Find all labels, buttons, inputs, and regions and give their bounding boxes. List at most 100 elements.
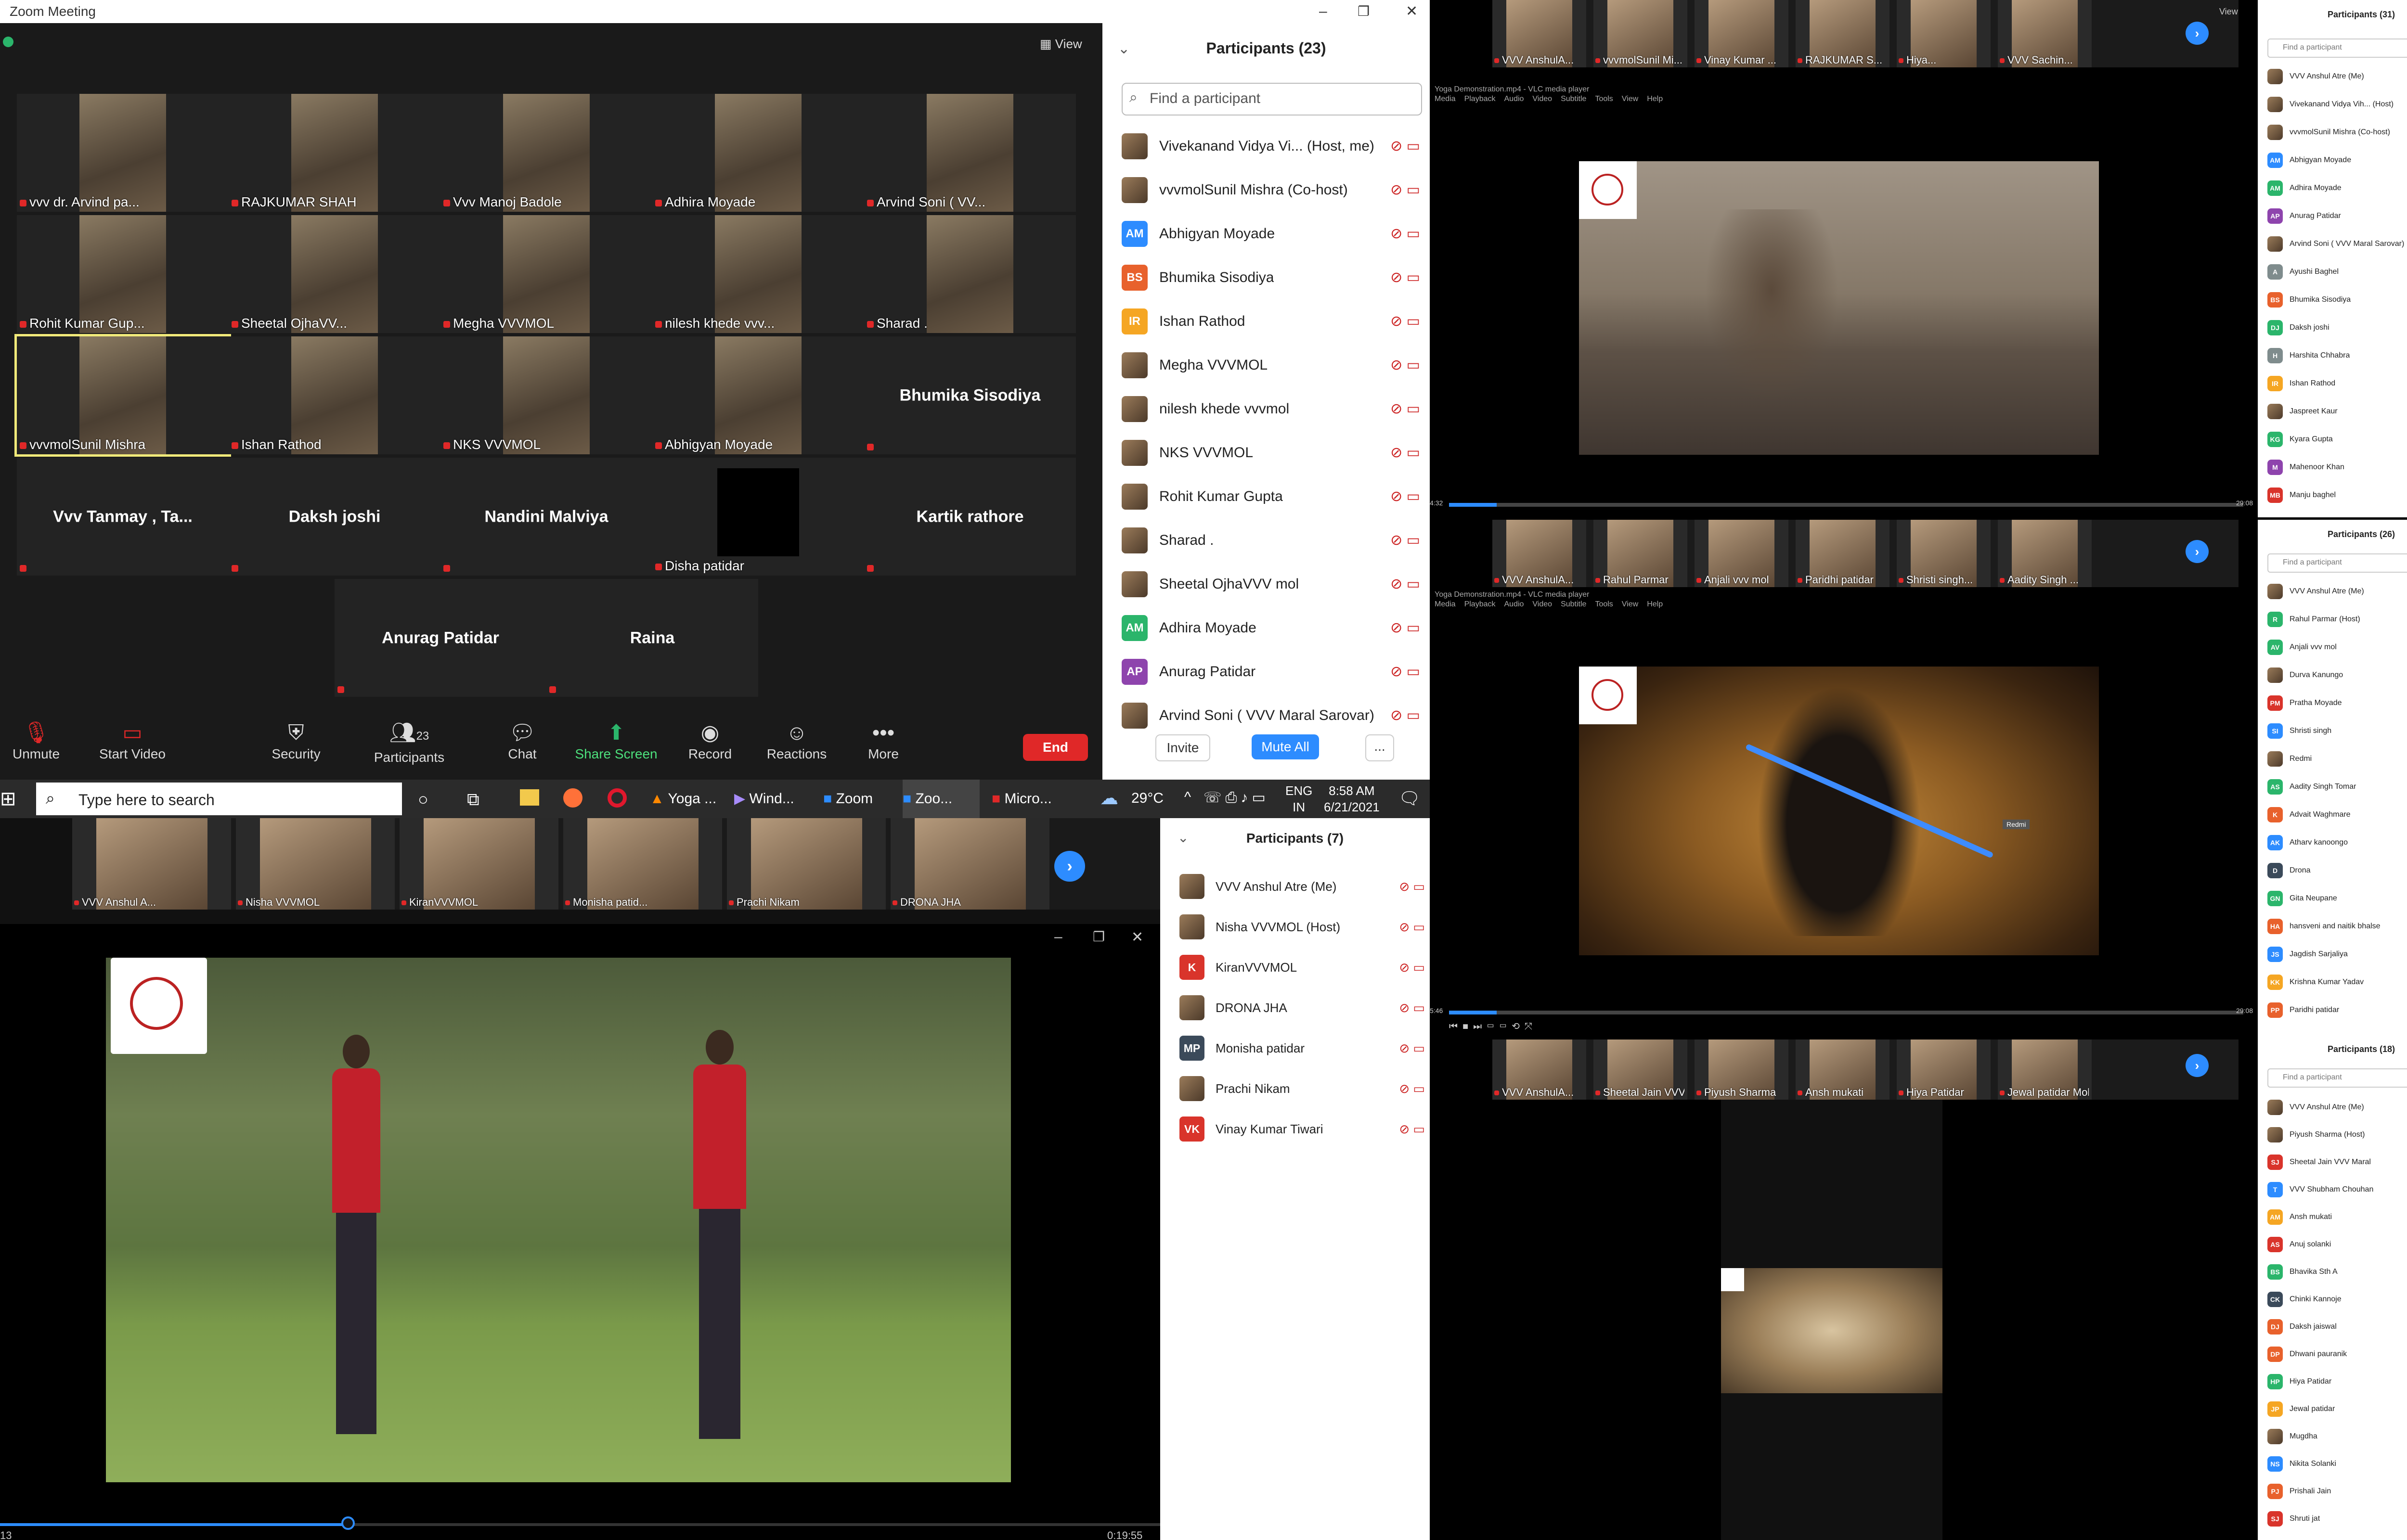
vlc-menu-item[interactable]: Media <box>1435 95 1456 103</box>
vlc-menu-item[interactable]: Subtitle <box>1561 95 1586 103</box>
participant-row[interactable]: K KiranVVVMOL ⊘ ▭ <box>1179 947 1425 988</box>
vlc-menu-item[interactable]: Tools <box>1595 600 1613 608</box>
participant-tile[interactable]: Adhira Moyade <box>652 94 864 212</box>
invite-button[interactable]: Invite <box>1155 734 1210 761</box>
vlc-menu-item[interactable]: Playback <box>1464 600 1496 608</box>
participant-tile[interactable]: RAJKUMAR SHAH <box>229 94 440 212</box>
video-thumbnail[interactable]: Vinay Kumar ... <box>1695 0 1788 67</box>
mic-video-muted-icon[interactable]: ⊘ ▭ <box>1390 488 1420 505</box>
participant-row[interactable]: Prachi Nikam ⊘ ▭ <box>1179 1068 1425 1109</box>
participant-row[interactable]: Sheetal OjhaVVV mol ⊘ ▭ <box>1122 562 1420 606</box>
participant-row[interactable]: PJPrishali Jain⊘ ▭ <box>2267 1477 2407 1505</box>
vlc-menu-item[interactable]: Audio <box>1504 600 1524 608</box>
opera-icon[interactable] <box>608 788 627 808</box>
more-button[interactable]: ••• More <box>857 719 910 762</box>
vlc-seek-bar[interactable] <box>1449 503 2243 507</box>
next-page-button[interactable]: › <box>1054 851 1085 882</box>
participant-row[interactable]: ASAadity Singh Tomar⊘ ▭ <box>2267 773 2407 801</box>
task-view-icon[interactable]: ⧉ <box>467 789 479 810</box>
input-language[interactable]: ENG IN <box>1285 783 1312 815</box>
participant-row[interactable]: Piyush Sharma (Host)⊘ ▭ <box>2267 1121 2407 1148</box>
video-thumbnail[interactable]: Hiya... <box>1897 0 1991 67</box>
weather-temperature[interactable]: 29°C <box>1131 790 1164 807</box>
taskbar-search-input[interactable]: ⌕ Type here to search <box>36 783 402 815</box>
vlc-menu-item[interactable]: Help <box>1647 95 1663 103</box>
vlc-menu-item[interactable]: Video <box>1532 600 1552 608</box>
video-thumbnail[interactable]: Prachi Nikam <box>727 818 886 910</box>
participant-row[interactable]: DJDaksh joshi⊘ ▭ <box>2267 314 2407 342</box>
participant-row[interactable]: Durva Kanungo⊘ ▭ <box>2267 661 2407 689</box>
mic-video-muted-icon[interactable]: ⊘ ▭ <box>1390 138 1420 154</box>
panel-more-button[interactable]: ... <box>1365 734 1394 761</box>
participant-row[interactable]: AKAtharv kanoongo⊘ ▭ <box>2267 829 2407 857</box>
tray-chevron-icon[interactable]: ^ <box>1184 789 1191 806</box>
participant-row[interactable]: JPJewal patidar⊘ ▭ <box>2267 1395 2407 1423</box>
view-button[interactable]: View <box>2219 7 2238 17</box>
mic-video-muted-icon[interactable]: ⊘ ▭ <box>1399 920 1425 935</box>
participant-row[interactable]: NKS VVVMOL ⊘ ▭ <box>1122 431 1420 475</box>
participant-row[interactable]: MBManju baghel⊘ ▭ <box>2267 481 2407 509</box>
participant-tile[interactable]: Sheetal OjhaVV... <box>229 215 440 333</box>
participant-row[interactable]: PPParidhi patidar⊘ ▭ <box>2267 996 2407 1024</box>
mic-video-muted-icon[interactable]: ⊘ ▭ <box>1399 1001 1425 1015</box>
participant-search-input[interactable]: Find a participant <box>2267 553 2407 573</box>
participant-row[interactable]: KAdvait Waghmare⊘ ▭ <box>2267 801 2407 829</box>
participant-tile[interactable]: Disha patidar <box>652 458 864 576</box>
close-icon[interactable]: ✕ <box>1406 0 1418 23</box>
participant-row[interactable]: APAnurag Patidar⊘ ▭ <box>2267 202 2407 230</box>
video-thumbnail[interactable]: Aadity Singh ... <box>1998 520 2092 587</box>
mic-video-muted-icon[interactable]: ⊘ ▭ <box>1399 1122 1425 1137</box>
participant-tile[interactable]: Sharad . <box>864 215 1076 333</box>
taskbar-app-vlc[interactable]: ▲ Yoga ... <box>650 780 732 820</box>
mic-video-muted-icon[interactable]: ⊘ ▭ <box>1390 444 1420 461</box>
participant-row[interactable]: AMAdhira Moyade⊘ ▭ <box>2267 174 2407 202</box>
vlc-menu-item[interactable]: Help <box>1647 600 1663 608</box>
participant-row[interactable]: VK Vinay Kumar Tiwari ⊘ ▭ <box>1179 1109 1425 1149</box>
participant-row[interactable]: Sharad . ⊘ ▭ <box>1122 518 1420 562</box>
mic-video-muted-icon[interactable]: ⊘ ▭ <box>1390 357 1420 373</box>
participant-row[interactable]: Megha VVVMOL ⊘ ▭ <box>1122 343 1420 387</box>
participant-row[interactable]: KGKyara Gupta⊘ ▭ <box>2267 425 2407 453</box>
file-explorer-icon[interactable] <box>520 789 539 806</box>
video-thumbnail[interactable]: Ansh mukati <box>1796 1040 1889 1100</box>
video-seek-bar[interactable] <box>0 1516 1160 1530</box>
firefox-icon[interactable] <box>563 788 582 808</box>
mute-all-button[interactable]: Mute All <box>1252 734 1319 759</box>
taskbar-app-zoom-meeting[interactable]: ■ Zoo... <box>903 780 980 820</box>
participant-tile[interactable]: Megha VVVMOL <box>440 215 652 333</box>
participant-row[interactable]: Arvind Soni ( VVV Maral Sarovar) ⊘ ▭ <box>1122 693 1420 737</box>
share-screen-button[interactable]: ⬆ Share Screen <box>573 719 660 762</box>
mic-video-muted-icon[interactable]: ⊘ ▭ <box>1390 707 1420 724</box>
participant-row[interactable]: Redmi⊘ ▭ <box>2267 745 2407 773</box>
vlc-menu-item[interactable]: Tools <box>1595 95 1613 103</box>
participant-row[interactable]: NSNikita Solanki⊘ ▭ <box>2267 1450 2407 1477</box>
start-video-button[interactable]: ▭ Start Video <box>96 719 168 762</box>
windows-start-icon[interactable]: ⊞ <box>0 787 23 810</box>
participant-row[interactable]: VVV Anshul Atre (Me)⊘ ▭ <box>1179 866 1425 907</box>
mic-video-muted-icon[interactable]: ⊘ ▭ <box>1390 532 1420 549</box>
participant-tile[interactable]: Daksh joshi <box>229 458 440 576</box>
video-thumbnail[interactable]: Anjali vvv mol <box>1695 520 1788 587</box>
mic-video-muted-icon[interactable]: ⊘ ▭ <box>1399 879 1425 894</box>
participant-row[interactable]: Jaspreet Kaur⊘ ▭ <box>2267 398 2407 425</box>
participant-row[interactable]: VVV Anshul Atre (Me)⊘ ▭ <box>2267 1093 2407 1121</box>
mic-video-muted-icon[interactable]: ⊘ ▭ <box>1399 960 1425 975</box>
close-icon[interactable]: ✕ <box>1131 929 1143 946</box>
participant-row[interactable]: MP Monisha patidar ⊘ ▭ <box>1179 1028 1425 1068</box>
mic-video-muted-icon[interactable]: ⊘ ▭ <box>1399 1041 1425 1056</box>
vlc-seek-bar[interactable] <box>1449 1011 2243 1014</box>
participant-row[interactable]: AAyushi Baghel⊘ ▭ <box>2267 258 2407 286</box>
participant-row[interactable]: HPHiya Patidar⊘ ▭ <box>2267 1368 2407 1395</box>
seek-handle[interactable] <box>341 1516 355 1530</box>
video-thumbnail[interactable]: KiranVVVMOL <box>400 818 558 910</box>
participant-row[interactable]: DPDhwani pauranik⊘ ▭ <box>2267 1340 2407 1368</box>
security-button[interactable]: ⛨ Security <box>267 719 325 762</box>
participant-row[interactable]: BS Bhumika Sisodiya ⊘ ▭ <box>1122 256 1420 299</box>
next-page-button[interactable]: › <box>2186 22 2209 45</box>
vlc-menu-item[interactable]: Playback <box>1464 95 1496 103</box>
unmute-button[interactable]: 🎙︎ Unmute <box>5 719 67 762</box>
view-button[interactable]: ▦ View <box>1040 37 1082 51</box>
participant-row[interactable]: AMAbhigyan Moyade⊘ ▭ <box>2267 146 2407 174</box>
participant-row[interactable]: Mugdha⊘ ▭ <box>2267 1423 2407 1450</box>
participant-tile[interactable]: Anurag Patidar <box>335 579 546 697</box>
